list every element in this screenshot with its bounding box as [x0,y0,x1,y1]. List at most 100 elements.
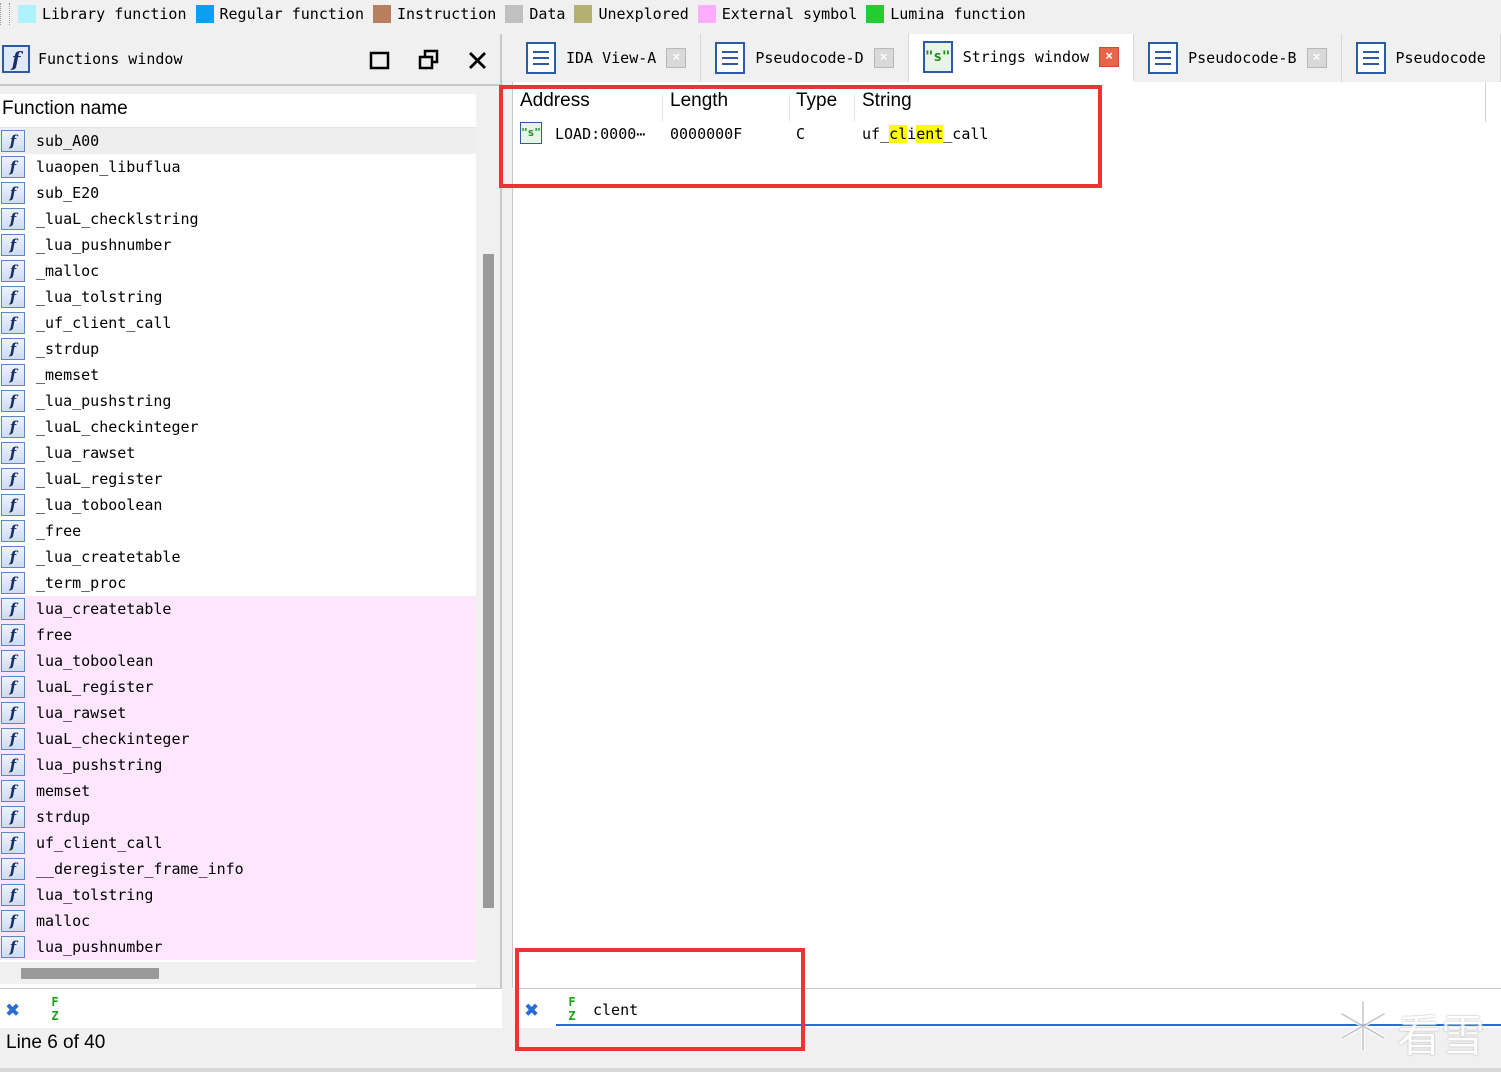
function-icon: f [1,416,25,438]
function-row[interactable]: f _lua_pushnumber [0,232,476,258]
legend-label: Data [529,5,566,23]
legend-label: Regular function [219,5,365,23]
function-icon: f [1,494,25,516]
function-name: lua_pushnumber [36,938,163,956]
function-row[interactable]: f free [0,622,476,648]
function-row[interactable]: f luaL_register [0,674,476,700]
function-row[interactable]: f _uf_client_call [0,310,476,336]
function-name: _lua_rawset [36,444,136,462]
function-name: luaopen_libuflua [36,158,181,176]
tab-pseudocode[interactable]: Pseudocode [1341,34,1501,82]
function-row[interactable]: f sub_E20 [0,180,476,206]
function-name: lua_toboolean [36,652,154,670]
tab-pseudocode-d[interactable]: Pseudocode-D × [701,34,909,82]
legend-swatch [866,5,885,23]
function-icon: f [1,910,25,932]
function-row[interactable]: f _lua_createtable [0,544,476,570]
function-row[interactable]: f __deregister_frame_info [0,856,476,882]
watermark-text: 看雪 [1397,1011,1485,1062]
clear-filter-icon[interactable]: ✖ [2,998,24,1022]
horizontal-scrollbar[interactable] [0,962,500,984]
function-row[interactable]: f luaopen_libuflua [0,154,476,180]
function-name: _strdup [36,340,100,358]
function-row[interactable]: f _lua_toboolean [0,492,476,518]
close-tab-icon[interactable]: × [873,48,894,68]
function-row[interactable]: f _strdup [0,336,476,362]
function-name: free [36,626,73,644]
scrollbar-thumb[interactable] [483,254,494,908]
function-row[interactable]: f _lua_tolstring [0,284,476,310]
function-icon: f [1,520,25,542]
function-row[interactable]: f lua_createtable [0,596,476,622]
function-name: luaL_register [36,678,154,696]
function-row[interactable]: f uf_client_call [0,830,476,856]
function-name: sub_A00 [36,132,100,150]
function-row[interactable]: f lua_pushnumber [0,934,476,960]
tab-pseudocode-b[interactable]: Pseudocode-B × [1134,34,1342,82]
close-button[interactable] [466,48,490,72]
function-row[interactable]: f strdup [0,804,476,830]
function-row[interactable]: f lua_pushstring [0,752,476,778]
tab-bar: IDA View-A × Pseudocode-D × "s" Strings windo… [512,34,1501,82]
function-row[interactable]: f _free [0,518,476,544]
restore-button[interactable] [417,48,441,72]
close-icon [469,52,486,69]
function-row[interactable]: f memset [0,778,476,804]
function-row[interactable]: f malloc [0,908,476,934]
document-icon [526,42,556,74]
document-icon [1148,42,1179,74]
toolbar-grip[interactable] [0,3,10,25]
function-name: lua_createtable [36,600,172,618]
function-name: sub_E20 [36,184,100,202]
function-name: uf_client_call [36,834,163,852]
function-icon: f [1,806,25,828]
function-row[interactable]: f lua_tolstring [0,882,476,908]
watermark: 看雪 [1335,998,1495,1062]
maximize-button[interactable] [368,48,392,72]
function-row[interactable]: f luaL_checkinteger [0,726,476,752]
function-row[interactable]: f _luaL_checkinteger [0,414,476,440]
tab-strings-window[interactable]: "s" Strings window × [908,34,1135,82]
function-name: _term_proc [36,574,127,592]
function-name: strdup [36,808,91,826]
fuzzy-search-icon[interactable]: FZ [48,995,62,1023]
close-tab-icon[interactable]: × [666,48,687,68]
function-name: malloc [36,912,91,930]
legend-label: External symbol [721,5,858,23]
legend-swatch [18,5,36,23]
status-line: Line 6 of 40 [6,1032,106,1053]
legend-label: Instruction [397,5,497,23]
function-row[interactable]: f _memset [0,362,476,388]
function-row[interactable]: f lua_toboolean [0,648,476,674]
tab-label: Pseudocode-B [1188,49,1297,67]
vertical-scrollbar[interactable] [476,128,500,996]
function-name-column-header[interactable]: Function name [0,94,476,128]
function-icon: f [2,45,30,73]
functions-window: f Functions window Function name f sub_A0… [0,34,503,1034]
function-icon: f [1,858,25,880]
function-name: lua_tolstring [36,886,154,904]
legend-label: Library function [42,5,187,23]
close-tab-icon[interactable]: × [1306,48,1327,68]
snowflake-icon [1340,1000,1386,1052]
function-icon: f [1,702,25,724]
function-row[interactable]: f _malloc [0,258,476,284]
function-row[interactable]: f _luaL_register [0,466,476,492]
function-row[interactable]: f sub_A00 [0,128,476,154]
function-row[interactable]: f lua_rawset [0,700,476,726]
legend-swatch [195,5,214,23]
close-tab-icon[interactable]: × [1099,47,1120,67]
function-name: _lua_pushstring [36,392,172,410]
scrollbar-thumb[interactable] [21,968,159,979]
function-row[interactable]: f _luaL_checklstring [0,206,476,232]
function-name: _lua_createtable [36,548,181,566]
function-row[interactable]: f _lua_pushstring [0,388,476,414]
function-list[interactable]: f sub_A00 f luaopen_libuflua f sub_E20 f _luaL_… [0,128,476,996]
legend-bar: Library function Regular function Instruct… [0,0,1501,28]
function-row[interactable]: f _lua_rawset [0,440,476,466]
function-name: _uf_client_call [36,314,172,332]
function-row[interactable]: f _term_proc [0,570,476,596]
tab-ida-view-a[interactable]: IDA View-A × [512,34,702,82]
function-name: _free [36,522,82,540]
legend-item: Library function [18,5,187,23]
